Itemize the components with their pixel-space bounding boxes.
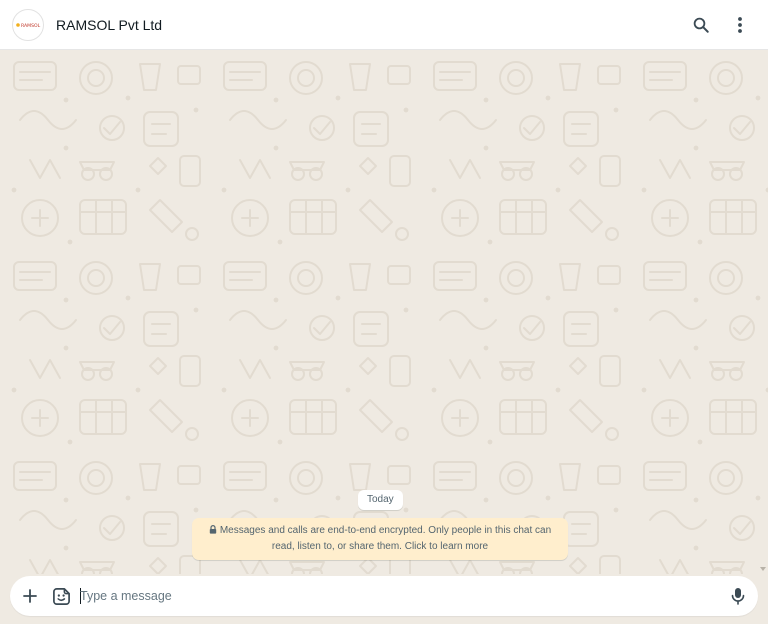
sticker-icon [52,587,70,605]
contact-name[interactable]: RAMSOL Pvt Ltd [56,16,162,34]
search-icon [693,17,709,33]
message-input[interactable] [80,584,710,608]
search-button[interactable] [689,13,713,37]
scroll-down-arrow-icon[interactable] [759,565,767,573]
chat-header: RAMSOL RAMSOL Pvt Ltd [0,0,768,50]
date-chip: Today [358,490,403,510]
more-vertical-icon [738,17,742,33]
avatar[interactable]: RAMSOL [12,9,44,41]
message-composer [10,576,758,616]
menu-button[interactable] [728,13,752,37]
voice-message-button[interactable] [726,584,750,608]
attach-button[interactable] [18,584,42,608]
chat-window: RAMSOL RAMSOL Pvt Ltd Today Messages and… [0,0,768,624]
sticker-button[interactable] [49,584,73,608]
message-list[interactable]: Today Messages and calls are end-to-end … [0,50,768,574]
plus-icon [23,589,37,603]
svg-text:RAMSOL: RAMSOL [21,23,41,29]
encryption-notice[interactable]: Messages and calls are end-to-end encryp… [192,518,568,560]
company-logo: RAMSOL [16,23,41,29]
microphone-icon [731,588,745,605]
lock-icon [209,525,217,534]
encryption-notice-text: Messages and calls are end-to-end encryp… [219,525,552,552]
